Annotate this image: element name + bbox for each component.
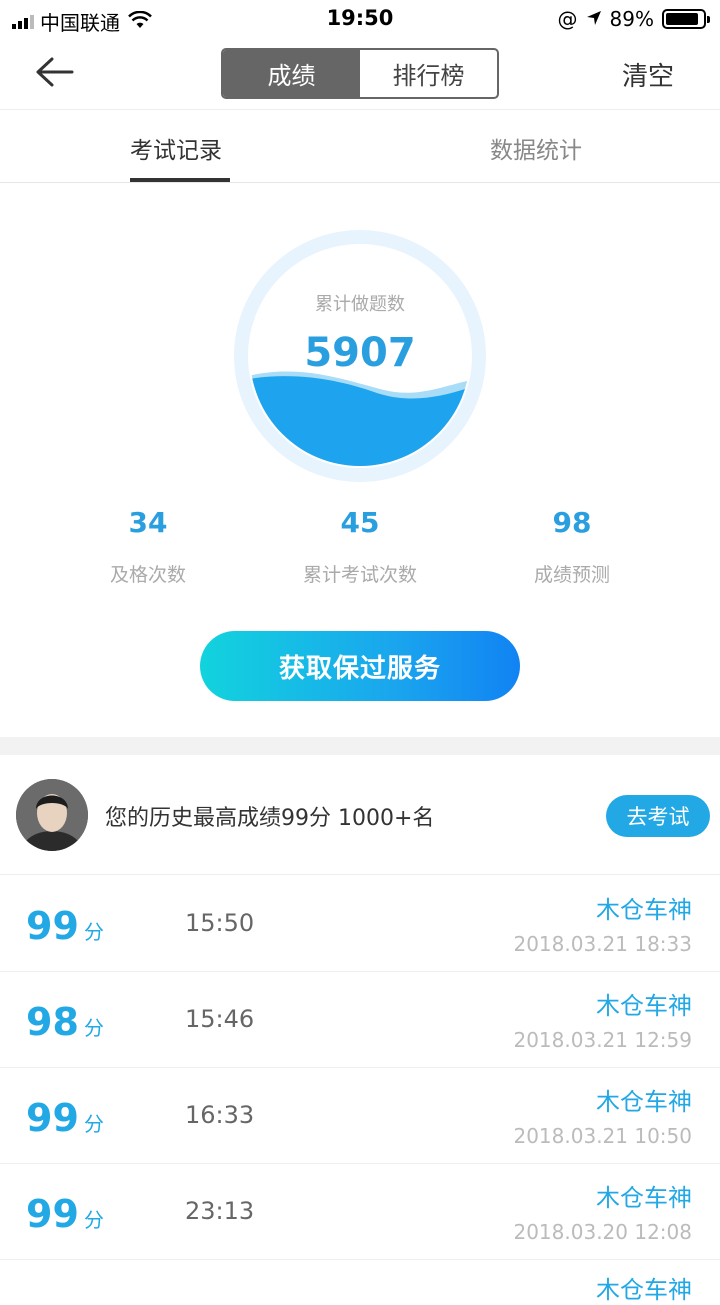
segment-control: 成绩 排行榜 bbox=[221, 48, 499, 99]
best-score-row: 您的历史最高成绩99分 1000+名 去考试 bbox=[0, 755, 720, 875]
tab-data-stats[interactable]: 数据统计 bbox=[490, 131, 582, 165]
stat-value: 98 bbox=[552, 506, 592, 539]
record-name: 木仓车神 bbox=[596, 1184, 692, 1212]
tab-exam-records[interactable]: 考试记录 bbox=[130, 131, 222, 165]
total-questions-gauge: 累计做题数 5907 bbox=[234, 230, 486, 482]
record-duration: 23:13 bbox=[185, 1197, 255, 1225]
record-unit: 分 bbox=[84, 1208, 104, 1232]
record-name: 木仓车神 bbox=[596, 1276, 692, 1304]
list-item[interactable]: 99 分 16:33 木仓车神 2018.03.21 10:50 bbox=[0, 1068, 720, 1164]
sub-tabs: 考试记录 数据统计 bbox=[0, 111, 720, 183]
avatar[interactable] bbox=[16, 779, 88, 851]
record-date: 2018.03.20 12:08 bbox=[513, 1220, 692, 1244]
record-duration: 16:33 bbox=[185, 1101, 255, 1129]
stat-value: 34 bbox=[128, 506, 168, 539]
guarantee-service-button[interactable]: 获取保过服务 bbox=[200, 631, 520, 701]
stat-label: 累计考试次数 bbox=[302, 564, 417, 586]
clear-button[interactable]: 清空 bbox=[622, 56, 674, 93]
record-score: 99 bbox=[26, 1192, 79, 1236]
list-item[interactable]: 99 分 15:50 木仓车神 2018.03.21 18:33 bbox=[0, 876, 720, 972]
record-duration: 15:50 bbox=[185, 909, 255, 937]
back-button[interactable] bbox=[32, 52, 80, 92]
record-unit: 分 bbox=[84, 1016, 104, 1040]
best-score-text: 您的历史最高成绩99分 1000+名 bbox=[105, 806, 435, 831]
exam-records-list: 99 分 15:50 木仓车神 2018.03.21 18:33 98 分 15… bbox=[0, 876, 720, 1304]
list-item[interactable]: 99 分 23:13 木仓车神 2018.03.20 12:08 bbox=[0, 1164, 720, 1260]
record-date: 2018.03.21 10:50 bbox=[513, 1124, 692, 1148]
lock-rotation-icon: @ bbox=[557, 7, 578, 31]
stats-row: 34 及格次数 45 累计考试次数 98 成绩预测 bbox=[0, 506, 720, 596]
stat-value: 45 bbox=[340, 506, 380, 539]
stat-label: 及格次数 bbox=[109, 564, 186, 586]
list-item[interactable]: 98 分 15:46 木仓车神 2018.03.21 12:59 bbox=[0, 972, 720, 1068]
go-exam-button[interactable]: 去考试 bbox=[606, 795, 710, 837]
stat-exam-count: 45 累计考试次数 bbox=[270, 506, 450, 587]
segment-leaderboard[interactable]: 排行榜 bbox=[360, 50, 497, 97]
record-name: 木仓车神 bbox=[596, 896, 692, 924]
segment-scores[interactable]: 成绩 bbox=[223, 50, 360, 97]
active-tab-indicator bbox=[130, 178, 230, 182]
record-duration: 15:46 bbox=[185, 1005, 255, 1033]
stat-score-prediction: 98 成绩预测 bbox=[482, 506, 662, 587]
gauge-label: 累计做题数 bbox=[315, 294, 405, 315]
record-unit: 分 bbox=[84, 1112, 104, 1136]
record-score: 99 bbox=[26, 904, 79, 948]
stat-label: 成绩预测 bbox=[533, 564, 610, 586]
record-unit: 分 bbox=[84, 920, 104, 944]
battery-icon bbox=[662, 9, 710, 29]
status-bar: 中国联通 19:50 @ 89% bbox=[0, 0, 720, 38]
stat-pass-count: 34 及格次数 bbox=[58, 506, 238, 587]
record-date: 2018.03.21 18:33 bbox=[513, 932, 692, 956]
status-right: @ 89% bbox=[557, 7, 710, 31]
record-name: 木仓车神 bbox=[596, 992, 692, 1020]
record-score: 98 bbox=[26, 1000, 79, 1044]
nav-bar: 成绩 排行榜 清空 bbox=[0, 38, 720, 110]
list-item[interactable]: 木仓车神 bbox=[0, 1260, 720, 1304]
record-name: 木仓车神 bbox=[596, 1088, 692, 1116]
section-divider bbox=[0, 737, 720, 755]
arrow-left-icon bbox=[36, 57, 74, 87]
battery-percent: 89% bbox=[609, 7, 654, 31]
gauge-value: 5907 bbox=[304, 330, 416, 376]
record-date: 2018.03.21 12:59 bbox=[513, 1028, 692, 1052]
record-score: 99 bbox=[26, 1096, 79, 1140]
location-icon bbox=[586, 7, 602, 31]
